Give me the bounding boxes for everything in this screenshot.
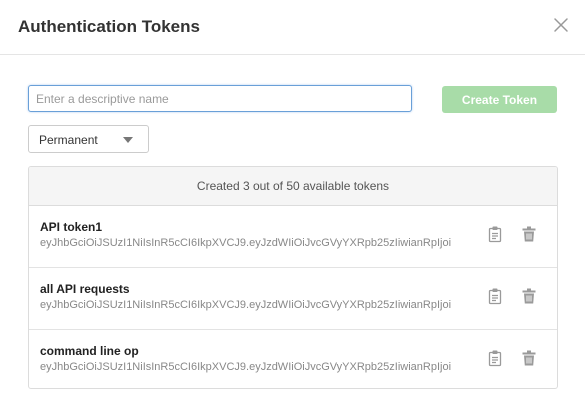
tokens-panel: Created 3 out of 50 available tokens API… [28, 166, 558, 389]
token-name: command line op [40, 344, 139, 358]
auth-tokens-dialog: Authentication Tokens Create Token Perma… [0, 0, 585, 419]
expiry-select[interactable]: Permanent [28, 125, 149, 153]
create-token-button[interactable]: Create Token [442, 86, 557, 113]
close-icon[interactable] [553, 17, 569, 33]
token-name-input[interactable] [28, 85, 412, 112]
trash-icon[interactable] [520, 287, 538, 305]
token-value: eyJhbGciOiJSUzI1NiIsInR5cCI6IkpXVCJ9.eyJ… [40, 361, 452, 373]
expiry-select-value: Permanent [39, 133, 98, 147]
dialog-title: Authentication Tokens [18, 17, 200, 36]
chevron-down-icon [123, 137, 133, 143]
token-value: eyJhbGciOiJSUzI1NiIsInR5cCI6IkpXVCJ9.eyJ… [40, 237, 452, 249]
token-row: all API requests eyJhbGciOiJSUzI1NiIsInR… [29, 268, 557, 330]
token-row: command line op eyJhbGciOiJSUzI1NiIsInR5… [29, 330, 557, 388]
dialog-header: Authentication Tokens [0, 0, 585, 55]
clipboard-icon[interactable] [486, 287, 504, 305]
clipboard-icon[interactable] [486, 349, 504, 367]
token-value: eyJhbGciOiJSUzI1NiIsInR5cCI6IkpXVCJ9.eyJ… [40, 299, 452, 311]
clipboard-icon[interactable] [486, 225, 504, 243]
token-row: API token1 eyJhbGciOiJSUzI1NiIsInR5cCI6I… [29, 206, 557, 268]
tokens-summary: Created 3 out of 50 available tokens [29, 167, 557, 206]
trash-icon[interactable] [520, 225, 538, 243]
token-name: all API requests [40, 282, 130, 296]
trash-icon[interactable] [520, 349, 538, 367]
token-name: API token1 [40, 220, 103, 234]
